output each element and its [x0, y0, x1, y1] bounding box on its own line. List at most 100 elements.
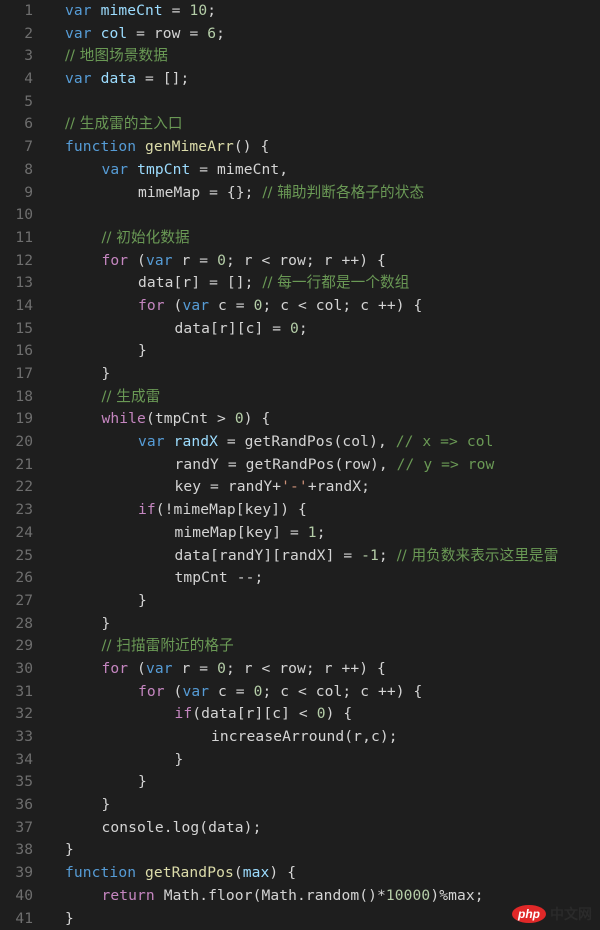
token-plain: }	[174, 750, 184, 768]
code-line[interactable]: 21 randY = getRandPos(row), // y => row	[0, 454, 600, 477]
code-text: return Math.floor(Math.random()*10000)%m…	[102, 885, 484, 908]
code-line[interactable]: 40 return Math.floor(Math.random()*10000)…	[0, 885, 600, 908]
code-line[interactable]: 23 if(!mimeMap[key]) {	[0, 499, 600, 522]
code-line[interactable]: 29 // 扫描雷附近的格子	[0, 635, 600, 658]
token-plain: = [];	[136, 70, 190, 88]
token-plain: console.log(data);	[101, 818, 262, 836]
code-line[interactable]: 18 // 生成雷	[0, 386, 600, 409]
code-line[interactable]: 25 data[randY][randX] = -1; // 用负数来表示这里是雷	[0, 545, 600, 568]
code-text: var randX = getRandPos(col), // x => col	[138, 431, 493, 454]
code-line[interactable]: 31 for (var c = 0; c < col; c ++) {	[0, 681, 600, 704]
token-plain: )%max;	[430, 886, 484, 904]
token-plain: mimeMap = {};	[138, 183, 263, 201]
token-plain: increaseArround(r,c);	[211, 728, 398, 745]
code-line[interactable]: 19 while(tmpCnt > 0) {	[0, 408, 600, 431]
token-var: col	[100, 24, 128, 42]
code-text: }	[138, 771, 147, 794]
code-text: mimeMap[key] = 1;	[175, 522, 326, 545]
code-editor[interactable]: 1 var mimeCnt = 10; 2 var col = row = 6; 3//…	[0, 0, 600, 930]
code-line[interactable]: 20 var randX = getRandPos(col), // x => c…	[0, 431, 600, 454]
line-number: 14	[15, 296, 33, 314]
token-plain: (	[128, 659, 146, 677]
code-line[interactable]: 22 key = randY+'-'+randX;	[0, 476, 600, 499]
code-line[interactable]: 11 // 初始化数据	[0, 227, 600, 250]
code-line[interactable]: 28}	[0, 613, 600, 636]
code-text: data[r][c] = 0;	[175, 318, 308, 341]
token-fn: getRandPos	[144, 864, 234, 882]
code-text: data[randY][randX] = -1; // 用负数来表示这里是雷	[175, 545, 559, 568]
code-line[interactable]: 12 for (var r = 0; r < row; r ++) {	[0, 250, 600, 273]
code-line[interactable]: 6 // 生成雷的主入口	[0, 113, 600, 136]
token-cmt: // 用负数来表示这里是雷	[396, 546, 559, 564]
line-number: 16	[15, 342, 33, 360]
code-line[interactable]: 27}	[0, 590, 600, 613]
line-number: 39	[15, 864, 33, 882]
code-text: }	[102, 613, 111, 636]
watermark: php 中文网	[512, 904, 592, 924]
line-number: 9	[24, 183, 33, 201]
code-line[interactable]: 9 mimeMap = {}; // 辅助判断各格子的状态	[0, 182, 600, 205]
token-plain: (	[128, 251, 146, 269]
token-kw-decl: var	[138, 433, 165, 451]
token-kw-ctrl: return	[101, 886, 155, 904]
code-line[interactable]: 32 if(data[r][c] < 0) {	[0, 703, 600, 726]
code-line[interactable]: 16}	[0, 340, 600, 363]
code-line[interactable]: 26 tmpCnt --;	[0, 567, 600, 590]
line-number: 18	[15, 387, 33, 405]
code-line[interactable]: 5	[0, 91, 600, 114]
line-number: 21	[15, 455, 33, 473]
token-plain: ;	[316, 523, 326, 541]
token-plain: }	[101, 796, 111, 814]
code-line[interactable]: 14 for (var c = 0; c < col; c ++) {	[0, 295, 600, 318]
token-var: mimeCnt	[100, 2, 163, 19]
token-plain: ;	[207, 2, 217, 19]
code-line[interactable]: 37 console.log(data);	[0, 817, 600, 840]
token-plain: = getRandPos(col),	[218, 433, 396, 451]
code-line[interactable]: 34}	[0, 749, 600, 772]
code-line[interactable]: 3 // 地图场景数据	[0, 45, 600, 68]
code-line[interactable]: 35}	[0, 771, 600, 794]
code-text: tmpCnt --;	[175, 567, 264, 590]
token-num: 6	[207, 24, 217, 42]
token-num: 10	[189, 2, 208, 19]
code-line[interactable]: 7 function genMimeArr() {	[0, 136, 600, 159]
token-plain: =	[162, 2, 190, 19]
token-kw-decl: var	[182, 682, 210, 700]
line-number: 24	[15, 523, 33, 541]
code-text: if(data[r][c] < 0) {	[175, 703, 353, 726]
token-plain: mimeMap[key] =	[174, 523, 308, 541]
code-line[interactable]: 24 mimeMap[key] = 1;	[0, 522, 600, 545]
code-text: for (var c = 0; c < col; c ++) {	[138, 681, 422, 704]
code-line[interactable]: 30 for (var r = 0; r < row; r ++) {	[0, 658, 600, 681]
code-text: var col = row = 6;	[65, 23, 225, 46]
token-plain: ; c < col; c ++) {	[262, 296, 423, 314]
code-line[interactable]: 41}	[0, 908, 600, 930]
code-line[interactable]: 2 var col = row = 6;	[0, 23, 600, 46]
code-line[interactable]: 4 var data = [];	[0, 68, 600, 91]
token-plain: }	[138, 591, 147, 609]
code-line[interactable]: 39 function getRandPos(max) {	[0, 862, 600, 885]
code-line[interactable]: 15 data[r][c] = 0;	[0, 318, 600, 341]
line-number: 3	[24, 47, 33, 65]
php-logo-icon: php	[512, 905, 546, 923]
token-cmt: // 扫描雷附近的格子	[101, 637, 234, 655]
code-line[interactable]: 17}	[0, 363, 600, 386]
code-line[interactable]: 13 data[r] = []; // 每一行都是一个数组	[0, 272, 600, 295]
token-kw-ctrl: for	[101, 659, 129, 677]
code-line[interactable]: 1 var mimeCnt = 10;	[0, 0, 600, 23]
code-text: // 生成雷的主入口	[65, 113, 183, 136]
line-number: 40	[15, 886, 33, 904]
code-line[interactable]: 36}	[0, 794, 600, 817]
token-kw-ctrl: for	[101, 251, 129, 269]
token-kw-ctrl: for	[138, 682, 165, 700]
code-text: key = randY+'-'+randX;	[175, 476, 371, 499]
code-line[interactable]: 8 var tmpCnt = mimeCnt,	[0, 159, 600, 182]
code-line[interactable]: 38}	[0, 839, 600, 862]
token-plain: (	[164, 682, 183, 700]
token-var: data	[100, 70, 137, 88]
code-line[interactable]: 10	[0, 204, 600, 227]
code-line[interactable]: 33 increaseArround(r,c);	[0, 726, 600, 749]
code-text: function getRandPos(max) {	[65, 862, 296, 885]
